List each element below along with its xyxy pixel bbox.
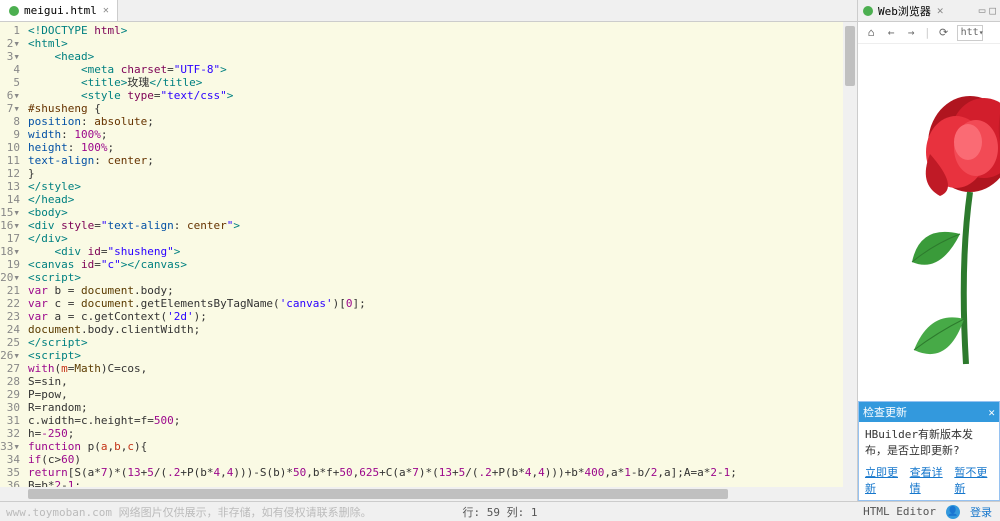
rose-image [900, 84, 1000, 374]
editor-tab-filename: meigui.html [24, 4, 97, 17]
preview-content: 检查更新 ✕ HBuilder有新版本发布，是否立即更新? 立即更新 查看详情 … [858, 44, 1000, 501]
update-popup-close[interactable]: ✕ [988, 406, 995, 419]
horizontal-scrollbar[interactable] [0, 487, 857, 501]
maximize-icon[interactable]: □ [989, 4, 996, 17]
preview-toolbar: ⌂ ← → | ⟳ htt ▾ [858, 22, 1000, 44]
preview-pane: Web浏览器 ✕ ▭ □ ⌂ ← → | ⟳ htt ▾ [858, 0, 1000, 501]
preview-tab-label[interactable]: Web浏览器 [878, 3, 931, 19]
url-value: htt [961, 27, 979, 38]
toolbar-separator: | [924, 26, 931, 39]
line-number-gutter: 12▾3▾456▾7▾89101112131415▾16▾1718▾1920▾2… [0, 22, 24, 487]
update-now-link[interactable]: 立即更新 [865, 464, 904, 496]
editor-pane: meigui.html ✕ 12▾3▾456▾7▾89101112131415▾… [0, 0, 858, 501]
forward-icon[interactable]: → [904, 26, 918, 40]
editor-tab-bar: meigui.html ✕ [0, 0, 857, 22]
url-dropdown-icon[interactable]: ▾ [979, 28, 984, 37]
status-bar: www.toymoban.com 网络图片仅供展示，非存储，如有侵权请联系删除。… [0, 501, 1000, 521]
update-popup: 检查更新 ✕ HBuilder有新版本发布，是否立即更新? 立即更新 查看详情 … [858, 401, 1000, 501]
update-popup-actions: 立即更新 查看详情 暂不更新 [859, 462, 999, 500]
preview-tab-close[interactable]: ✕ [937, 4, 944, 17]
login-link[interactable]: 登录 [970, 504, 992, 520]
minimize-icon[interactable]: ▭ [979, 4, 986, 17]
user-avatar-icon[interactable]: 👤 [946, 505, 960, 519]
refresh-icon[interactable]: ⟳ [937, 26, 951, 40]
vertical-scrollbar-thumb[interactable] [845, 26, 855, 86]
editor-tab-close[interactable]: ✕ [103, 5, 109, 16]
code-editor[interactable]: 12▾3▾456▾7▾89101112131415▾16▾1718▾1920▾2… [0, 22, 857, 487]
cursor-position: 行: 59 列: 1 [463, 504, 538, 520]
editor-tab[interactable]: meigui.html ✕ [0, 0, 118, 21]
horizontal-scrollbar-thumb[interactable] [28, 489, 728, 499]
code-content[interactable]: <!DOCTYPE html><html> <head> <meta chars… [24, 22, 857, 487]
html-file-icon [8, 5, 20, 17]
browser-icon [862, 5, 874, 17]
update-popup-message: HBuilder有新版本发布，是否立即更新? [859, 422, 999, 462]
back-icon[interactable]: ← [884, 26, 898, 40]
url-input[interactable]: htt ▾ [957, 25, 983, 41]
update-popup-titlebar: 检查更新 ✕ [859, 402, 999, 422]
editor-name: HTML Editor [863, 505, 936, 518]
update-popup-title: 检查更新 [863, 404, 907, 420]
update-later-link[interactable]: 暂不更新 [954, 464, 993, 496]
preview-tab-bar: Web浏览器 ✕ ▭ □ [858, 0, 1000, 22]
vertical-scrollbar[interactable] [843, 22, 857, 487]
home-icon[interactable]: ⌂ [864, 26, 878, 40]
view-details-link[interactable]: 查看详情 [910, 464, 949, 496]
watermark-text: www.toymoban.com 网络图片仅供展示，非存储，如有侵权请联系删除。 [0, 504, 372, 520]
